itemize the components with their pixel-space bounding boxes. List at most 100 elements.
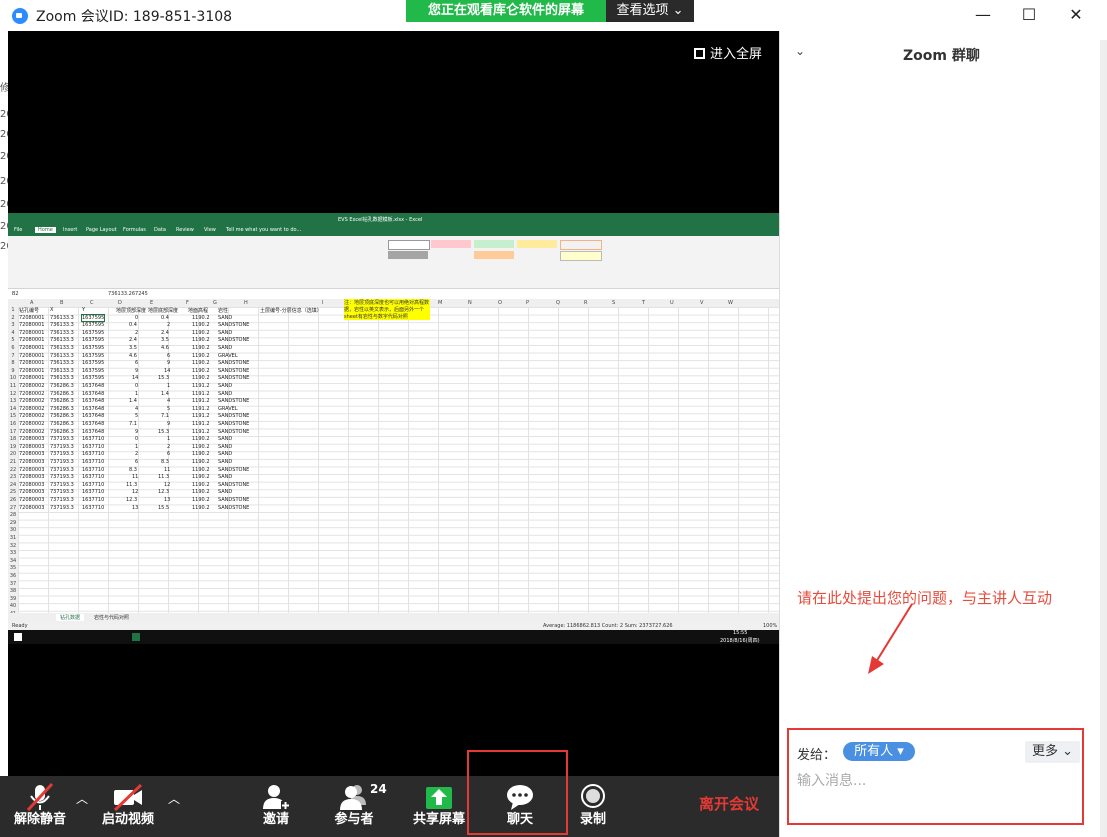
table-cell[interactable]: 0 — [135, 383, 138, 389]
table-cell[interactable]: SANDSTONE — [218, 421, 249, 427]
table-cell[interactable]: 72080002 — [19, 421, 44, 427]
table-cell[interactable]: 1190.2 — [192, 315, 210, 321]
table-cell[interactable]: 737193.3 — [50, 436, 74, 442]
table-cell[interactable]: 736133.3 — [50, 345, 74, 351]
table-cell[interactable]: 4 — [135, 406, 138, 412]
table-cell[interactable]: 737193.3 — [50, 459, 74, 465]
table-cell[interactable]: 0 — [135, 315, 138, 321]
table-cell[interactable]: 11 — [164, 467, 170, 473]
table-cell[interactable]: 6 — [167, 353, 170, 359]
table-cell[interactable]: 72080001 — [19, 322, 44, 328]
table-cell[interactable]: 8.3 — [161, 459, 169, 465]
table-cell[interactable]: 72080002 — [19, 383, 44, 389]
table-cell[interactable]: 1637648 — [82, 383, 104, 389]
table-cell[interactable]: 1191.2 — [192, 383, 210, 389]
header-cell[interactable]: 地层顶部深度 — [116, 307, 146, 314]
video-options-chevron-icon[interactable]: ︿ — [168, 790, 180, 807]
table-cell[interactable]: 2 — [135, 451, 138, 457]
table-cell[interactable]: 72080002 — [19, 398, 44, 404]
table-cell[interactable]: 72080003 — [19, 444, 44, 450]
style-neutral[interactable] — [517, 240, 557, 248]
view-options-button[interactable]: 查看选项 ⌄ — [606, 0, 694, 22]
table-cell[interactable]: 1637710 — [82, 444, 104, 450]
table-cell[interactable]: 72080001 — [19, 375, 44, 381]
table-cell[interactable]: 1637710 — [82, 451, 104, 457]
excel-tab[interactable]: Insert — [63, 227, 77, 233]
share-screen-button[interactable]: 共享屏幕 — [404, 776, 474, 837]
table-cell[interactable]: 737193.3 — [50, 467, 74, 473]
table-cell[interactable]: 1637710 — [82, 505, 104, 511]
table-cell[interactable]: 11.3 — [126, 482, 137, 488]
column-header[interactable]: S — [612, 300, 615, 306]
table-cell[interactable]: 15.3 — [158, 375, 169, 381]
table-cell[interactable]: 1190.2 — [192, 368, 210, 374]
table-cell[interactable]: 6 — [167, 451, 170, 457]
column-header[interactable]: O — [498, 300, 502, 306]
table-cell[interactable]: 9 — [167, 360, 170, 366]
leave-meeting-button[interactable]: 离开会议 — [699, 793, 759, 814]
table-cell[interactable]: 72080003 — [19, 489, 44, 495]
table-cell[interactable]: 736133.3 — [50, 330, 74, 336]
table-cell[interactable]: 72080002 — [19, 406, 44, 412]
table-cell[interactable]: 1637595 — [80, 313, 106, 322]
style-check-cell[interactable] — [388, 251, 428, 259]
header-cell[interactable]: 地层底部深度 — [148, 307, 178, 314]
header-cell[interactable]: X — [50, 307, 53, 313]
table-cell[interactable]: 736133.3 — [50, 368, 74, 374]
table-cell[interactable]: SAND — [218, 330, 232, 336]
table-cell[interactable]: 737193.3 — [50, 474, 74, 480]
excel-tab[interactable]: Formulas — [123, 227, 146, 233]
table-cell[interactable]: 11.3 — [158, 474, 169, 480]
table-cell[interactable]: 15.5 — [158, 505, 169, 511]
table-cell[interactable]: 736286.3 — [50, 413, 74, 419]
column-header[interactable]: U — [670, 300, 674, 306]
table-cell[interactable]: 736133.3 — [50, 322, 74, 328]
table-cell[interactable]: 12 — [132, 489, 138, 495]
table-cell[interactable]: 736133.3 — [50, 375, 74, 381]
excel-tab[interactable]: Data — [154, 227, 166, 233]
table-cell[interactable]: 1637648 — [82, 421, 104, 427]
table-cell[interactable]: SAND — [218, 436, 232, 442]
style-input[interactable] — [474, 251, 514, 259]
table-cell[interactable]: SAND — [218, 383, 232, 389]
table-cell[interactable]: 1637710 — [82, 459, 104, 465]
table-cell[interactable]: 1637648 — [82, 391, 104, 397]
column-header[interactable]: V — [700, 300, 703, 306]
enter-fullscreen-button[interactable]: 进入全屏 — [694, 43, 762, 62]
table-cell[interactable]: 737193.3 — [50, 482, 74, 488]
table-cell[interactable]: SAND — [218, 459, 232, 465]
table-cell[interactable]: 1637595 — [82, 368, 104, 374]
table-cell[interactable]: 12 — [164, 482, 170, 488]
column-header[interactable]: E — [150, 300, 153, 306]
table-cell[interactable]: 72080001 — [19, 360, 44, 366]
table-cell[interactable]: 1191.2 — [192, 429, 210, 435]
table-cell[interactable]: 7.1 — [161, 413, 169, 419]
table-cell[interactable]: 1190.2 — [192, 360, 210, 366]
table-cell[interactable]: 736286.3 — [50, 398, 74, 404]
table-cell[interactable]: 72080001 — [19, 330, 44, 336]
table-cell[interactable]: 1.4 — [129, 398, 137, 404]
table-cell[interactable]: 1637595 — [82, 330, 104, 336]
recipient-dropdown[interactable]: 所有人 ▾ — [843, 742, 915, 761]
minimize-button[interactable]: — — [960, 0, 1006, 31]
table-cell[interactable]: SANDSTONE — [218, 337, 249, 343]
table-cell[interactable]: 72080001 — [19, 315, 44, 321]
column-header[interactable]: D — [118, 300, 122, 306]
table-cell[interactable]: 736286.3 — [50, 429, 74, 435]
table-cell[interactable]: 6 — [135, 459, 138, 465]
table-cell[interactable]: 9 — [135, 368, 138, 374]
table-cell[interactable]: 1637710 — [82, 436, 104, 442]
table-cell[interactable]: 13 — [132, 505, 138, 511]
table-cell[interactable]: SAND — [218, 391, 232, 397]
column-header[interactable]: R — [584, 300, 587, 306]
table-cell[interactable]: 736133.3 — [50, 315, 74, 321]
table-cell[interactable]: 1 — [167, 383, 170, 389]
table-cell[interactable]: 1637595 — [82, 322, 104, 328]
header-cell[interactable]: Y — [82, 307, 85, 313]
table-cell[interactable]: 1 — [135, 391, 138, 397]
column-header[interactable]: H — [244, 300, 248, 306]
table-cell[interactable]: 1637648 — [82, 398, 104, 404]
column-header[interactable]: B — [60, 300, 63, 306]
table-cell[interactable]: 72080003 — [19, 467, 44, 473]
column-header[interactable]: F — [186, 300, 189, 306]
